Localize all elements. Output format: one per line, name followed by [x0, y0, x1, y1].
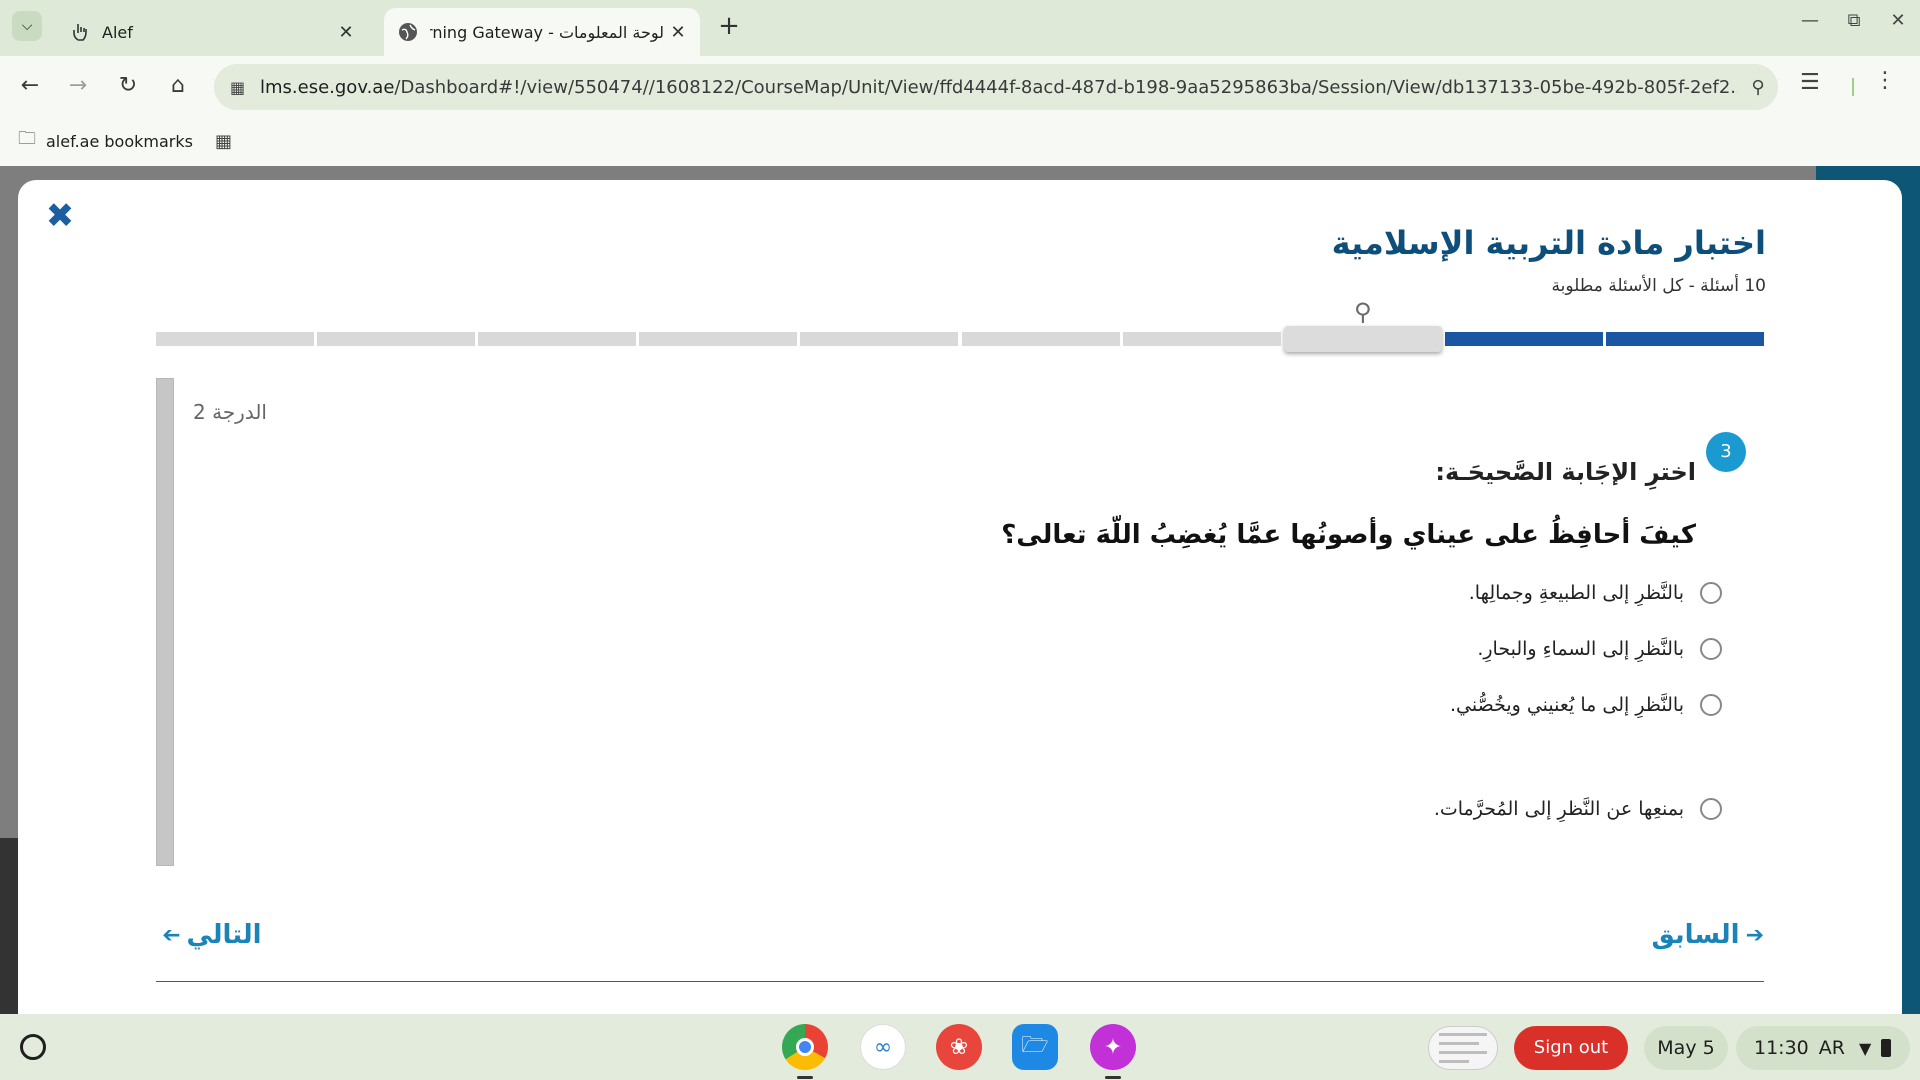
option-label: بمنعِها عن النَّظرِ إلى المُحرَّمات.: [1433, 798, 1684, 820]
tab-alef[interactable]: Alef ✕: [56, 8, 368, 56]
progress-segment-done: [1444, 332, 1603, 346]
new-tab-button[interactable]: +: [714, 12, 744, 42]
progress-bar: ⚲: [156, 298, 1764, 352]
launcher-icon[interactable]: [20, 1034, 46, 1060]
option-label: بالنَّظرِ إلى الطبيعةِ وجمالِها.: [1468, 582, 1684, 604]
next-button[interactable]: التالي ➔: [156, 920, 262, 950]
date-pill[interactable]: May 5: [1644, 1026, 1728, 1070]
home-icon[interactable]: ⌂: [162, 70, 194, 102]
ime-label: AR: [1818, 1037, 1845, 1059]
progress-segment: [961, 332, 1120, 346]
score-label: الدرجة 2: [193, 400, 267, 424]
site-info-icon[interactable]: ▦: [230, 78, 250, 97]
divider: [156, 981, 1764, 982]
sparkle-app-icon[interactable]: ✦: [1090, 1024, 1136, 1070]
tab-title: Alef: [102, 22, 133, 42]
location-pin-icon[interactable]: ⚲: [1738, 77, 1778, 98]
side-scroll-bar[interactable]: [156, 378, 174, 866]
previous-label: السابق: [1651, 920, 1740, 950]
quiz-modal: ✖ اختبار مادة التربية الإسلامية 10 أسئلة…: [18, 180, 1902, 1014]
bookmark-folder-alef[interactable]: alef.ae bookmarks: [46, 132, 193, 151]
status-area[interactable]: 11:30 AR ▼: [1736, 1026, 1910, 1070]
answer-option[interactable]: بالنَّظرِ إلى ما يُعنيني ويخُصُّني.: [1450, 694, 1722, 716]
running-indicator: [1105, 1076, 1121, 1079]
folder-icon: 🗀: [18, 128, 36, 149]
progress-segment-done: [1605, 332, 1764, 346]
restore-icon[interactable]: ⧉: [1836, 10, 1872, 31]
close-icon[interactable]: ✕: [664, 22, 692, 43]
os-shelf: ∞ ❀ 🗁 ✦ Sign out May 5 11:30 AR ▼: [0, 1014, 1920, 1080]
question-text: كيفَ أحافِظُ على عيناي وأصونُها عمَّا يُ…: [1001, 520, 1696, 550]
url-path: /Dashboard#!/view/550474//1608122/Course…: [394, 76, 1738, 98]
close-icon[interactable]: ✖: [40, 196, 80, 236]
chevron-down-icon: ⌵: [21, 18, 33, 34]
tab-learning-gateway[interactable]: لوحة المعلومات - Learning Gateway ✕: [384, 8, 700, 56]
radio-button[interactable]: [1700, 638, 1722, 660]
quiz-title: اختبار مادة التربية الإسلامية: [1331, 224, 1766, 262]
battery-icon: [1881, 1039, 1892, 1057]
minimize-icon[interactable]: —: [1792, 10, 1828, 31]
question-instruction: اخترِ الإجَابة الصَّحيحَـة:: [1435, 458, 1696, 486]
link-app-icon[interactable]: ∞: [860, 1024, 906, 1070]
progress-segment: [317, 332, 476, 346]
running-indicator: [797, 1076, 813, 1079]
globe-icon: [398, 22, 418, 42]
date-label: May 5: [1657, 1037, 1715, 1059]
files-icon[interactable]: 🗁: [1012, 1024, 1058, 1070]
url-host: lms.ese.gov.ae: [260, 76, 395, 98]
bookmarks-bar: 🗀 alef.ae bookmarks ▦: [0, 116, 1920, 166]
address-bar[interactable]: ▦ lms.ese.gov.ae/Dashboard#!/view/550474…: [214, 64, 1778, 110]
answer-option[interactable]: بمنعِها عن النَّظرِ إلى المُحرَّمات.: [1434, 798, 1722, 820]
more-menu-icon[interactable]: ⋮: [1874, 68, 1896, 93]
arrow-right-icon: ➔: [1745, 922, 1764, 948]
browser-toolbar: ← → ↻ ⌂ ▦ lms.ese.gov.ae/Dashboard#!/vie…: [0, 56, 1920, 116]
progress-segment: [800, 332, 959, 346]
apps-grid-icon[interactable]: ▦: [215, 131, 232, 152]
forward-icon[interactable]: →: [62, 70, 94, 102]
sign-out-button[interactable]: Sign out: [1514, 1026, 1628, 1070]
url-text[interactable]: lms.ese.gov.ae/Dashboard#!/view/550474//…: [260, 77, 1738, 98]
progress-segment: [478, 332, 637, 346]
previous-button[interactable]: ➔ السابق: [1651, 920, 1770, 950]
screenshot-thumbnail[interactable]: [1428, 1026, 1498, 1070]
chrome-icon[interactable]: [782, 1024, 828, 1070]
radio-button[interactable]: [1700, 582, 1722, 604]
progress-segment: [1122, 332, 1281, 346]
answer-option[interactable]: بالنَّظرِ إلى السماءِ والبحارِ.: [1477, 638, 1722, 660]
location-marker-icon: ⚲: [1353, 298, 1372, 326]
extensions-icon[interactable]: ☰: [1800, 70, 1820, 95]
paint-app-icon[interactable]: ❀: [936, 1024, 982, 1070]
arrow-left-icon: ➔: [162, 922, 181, 948]
radio-button[interactable]: [1700, 798, 1722, 820]
radio-button[interactable]: [1700, 694, 1722, 716]
hand-icon: [70, 22, 90, 42]
answer-option[interactable]: بالنَّظرِ إلى الطبيعةِ وجمالِها.: [1469, 582, 1722, 604]
tab-strip: ⌵ Alef ✕ لوحة المعلومات - Learning Gatew…: [0, 0, 1920, 56]
next-label: التالي: [186, 920, 262, 950]
option-label: بالنَّظرِ إلى السماءِ والبحارِ.: [1477, 638, 1684, 660]
question-number-badge: 3: [1706, 432, 1746, 472]
progress-segment-current: [1283, 326, 1442, 352]
clock-label: 11:30: [1754, 1037, 1809, 1059]
backdrop-strip: [0, 838, 18, 1014]
close-window-icon[interactable]: ✕: [1880, 10, 1916, 31]
tab-search-button[interactable]: ⌵: [12, 11, 42, 41]
option-label: بالنَّظرِ إلى ما يُعنيني ويخُصُّني.: [1449, 694, 1684, 716]
divider: [1852, 78, 1854, 96]
quiz-subtitle: 10 أسئلة - كل الأسئلة مطلوبة: [1551, 276, 1766, 296]
progress-segment: [639, 332, 798, 346]
progress-segment: [156, 332, 315, 346]
tab-title: لوحة المعلومات - Learning Gateway: [430, 22, 664, 42]
wifi-icon: ▼: [1858, 1038, 1872, 1058]
reload-icon[interactable]: ↻: [112, 70, 144, 102]
back-icon[interactable]: ←: [14, 70, 46, 102]
close-icon[interactable]: ✕: [332, 22, 360, 43]
